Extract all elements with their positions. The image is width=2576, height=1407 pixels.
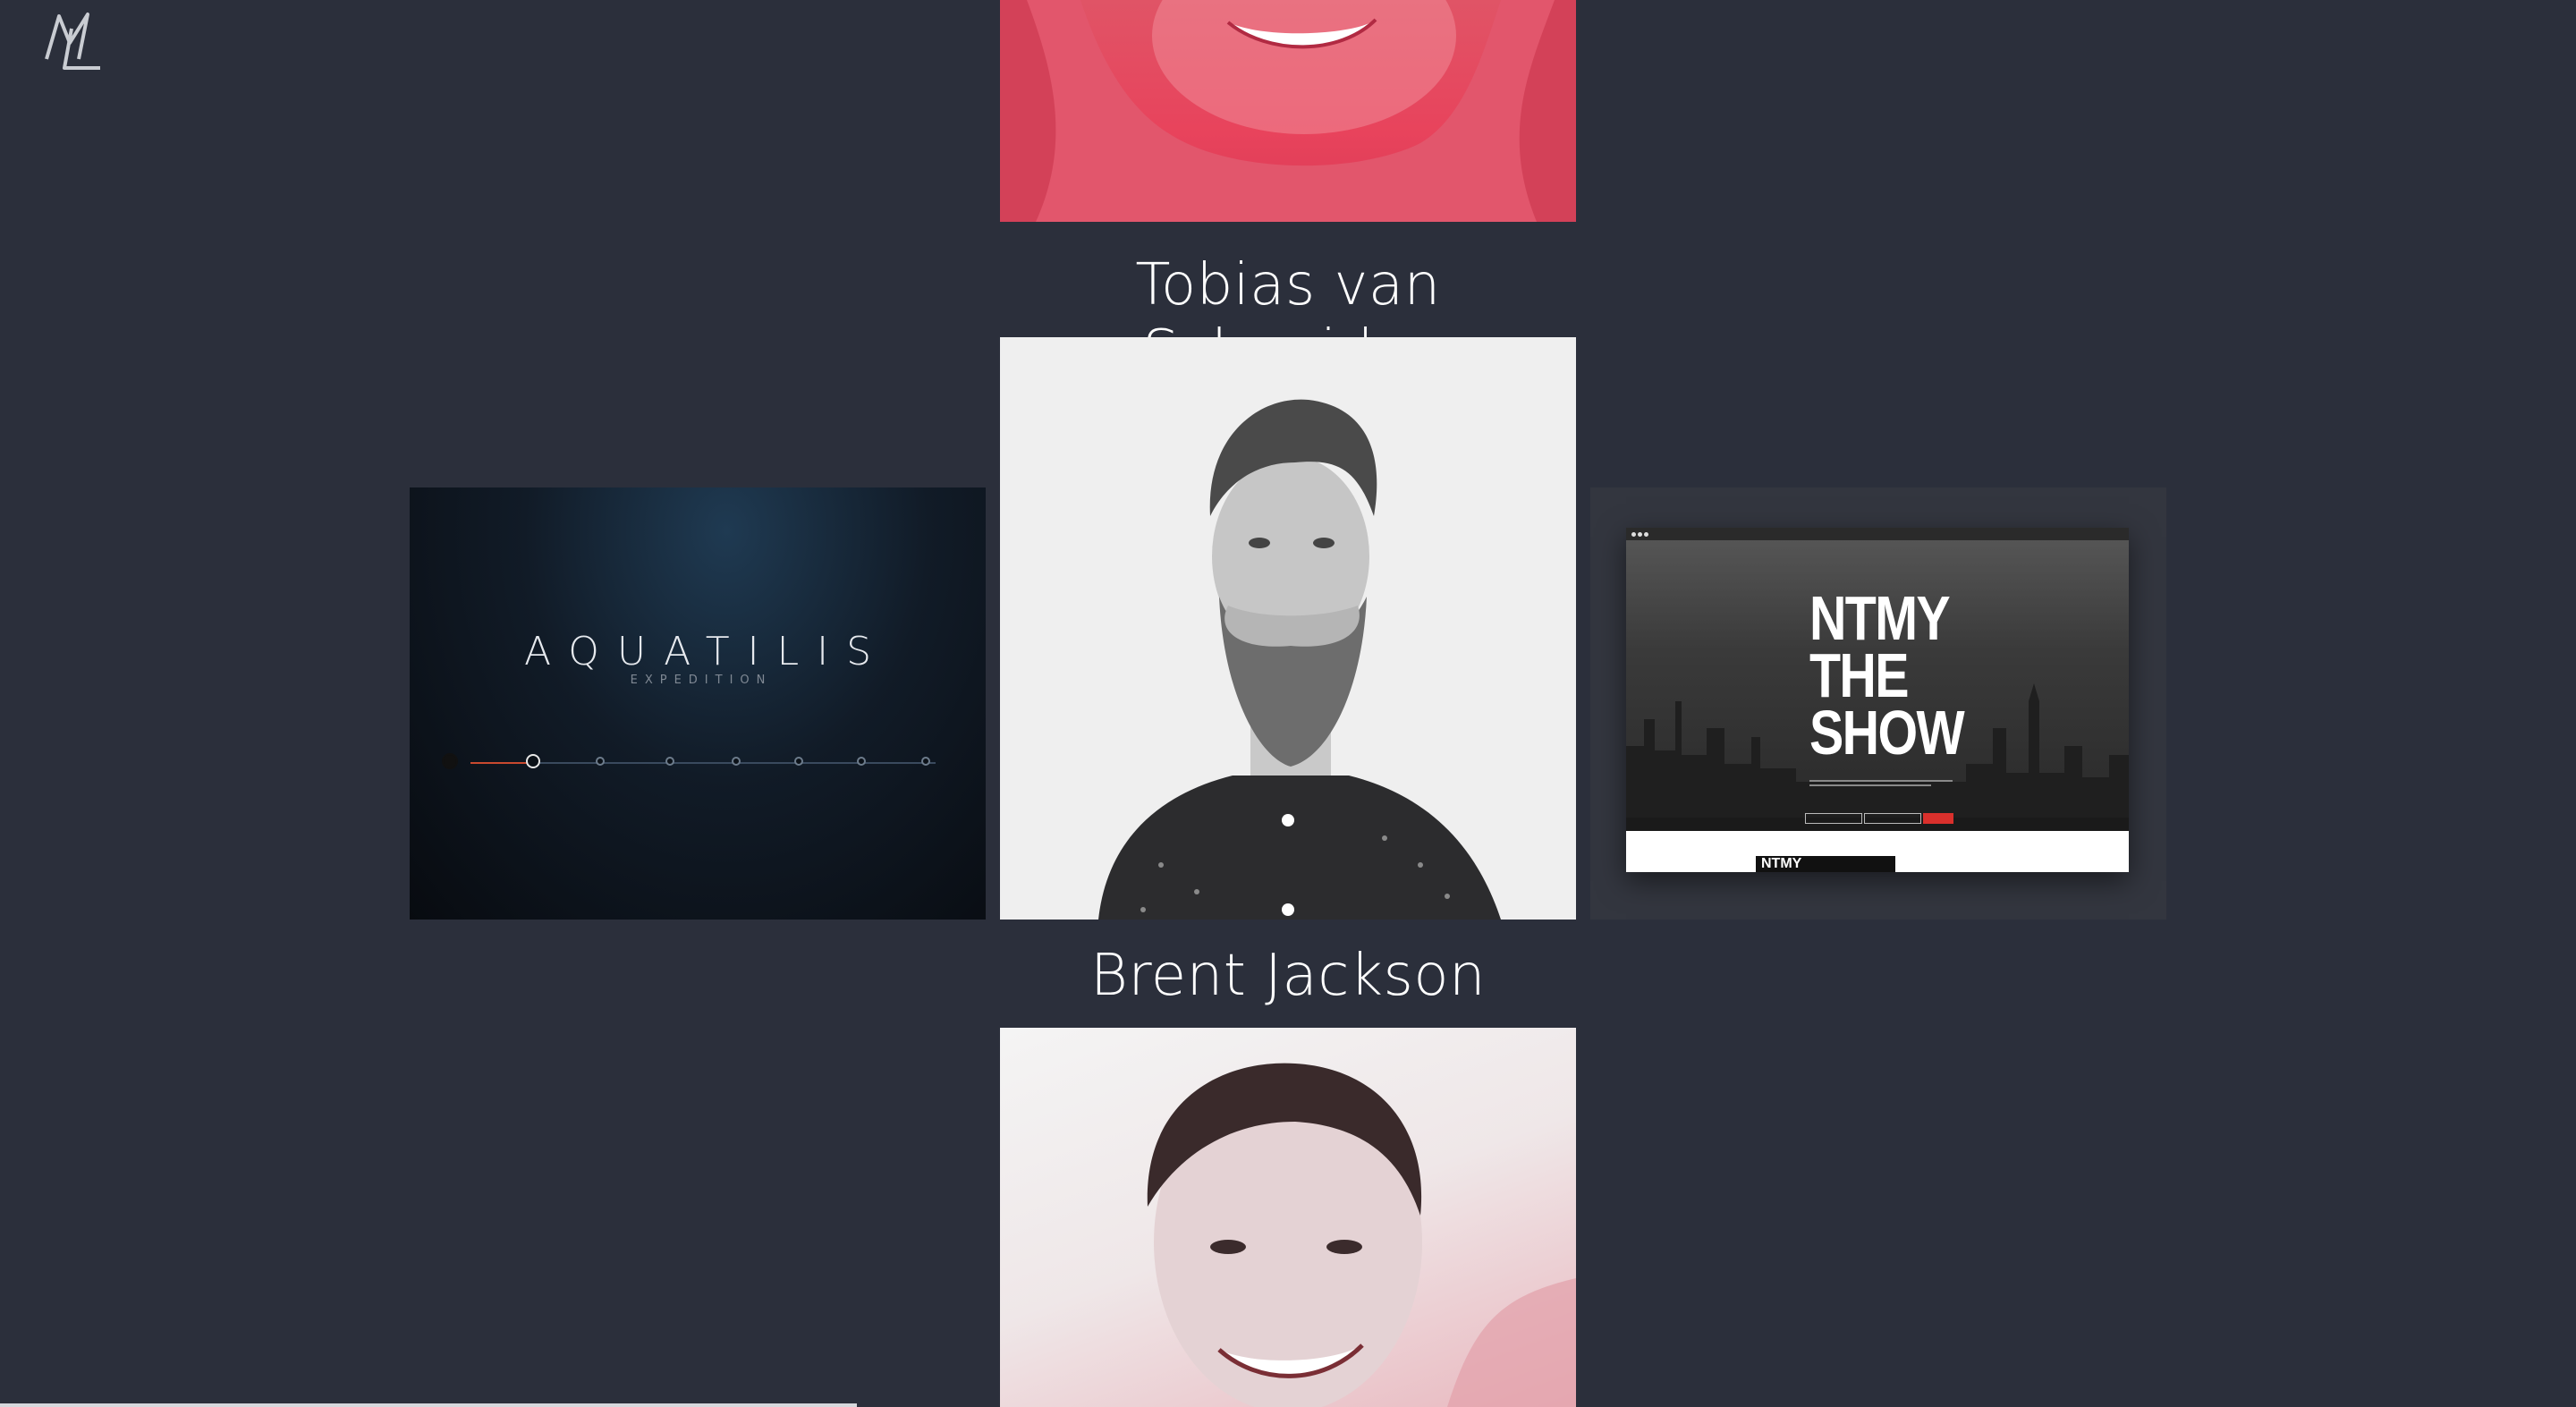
headline-line: SHOW bbox=[1809, 698, 1965, 767]
timeline-dot bbox=[732, 757, 741, 766]
browser-mockup: NTMY THE SHOW NTMY bbox=[1626, 528, 2129, 872]
hero-button bbox=[1864, 813, 1921, 824]
hero-headline: NTMY THE SHOW bbox=[1809, 583, 1965, 767]
headline-line: NTMY bbox=[1809, 583, 1951, 653]
project-card-ntmy[interactable]: NTMY THE SHOW NTMY bbox=[1590, 487, 2166, 920]
timeline-dot bbox=[442, 753, 458, 769]
project-title: AQUATILIS bbox=[523, 629, 890, 674]
timeline-dot bbox=[596, 757, 605, 766]
content-section: NTMY bbox=[1626, 831, 2129, 872]
headline-line: THE bbox=[1809, 640, 1910, 710]
hero-section: NTMY THE SHOW bbox=[1626, 540, 2129, 824]
hero-description bbox=[1809, 780, 1953, 792]
portrait-photo-1[interactable] bbox=[1000, 0, 1576, 222]
poster-thumbnail: NTMY bbox=[1756, 856, 1895, 872]
timeline-progress bbox=[470, 762, 533, 764]
hero-button bbox=[1805, 813, 1862, 824]
timeline-dot bbox=[921, 757, 930, 766]
window-dot-icon bbox=[1644, 532, 1648, 537]
window-dot-icon bbox=[1638, 532, 1642, 537]
timeline-track bbox=[470, 762, 936, 764]
logo-icon[interactable] bbox=[41, 7, 113, 79]
scroll-progress-bar bbox=[0, 1403, 857, 1407]
subscribe-button bbox=[1923, 813, 1953, 824]
project-card-aquatilis[interactable]: AQUATILIS EXPEDITION bbox=[410, 487, 986, 920]
portrait-photo-2[interactable] bbox=[1000, 337, 1576, 920]
timeline-dot bbox=[665, 757, 674, 766]
window-dot-icon bbox=[1631, 532, 1636, 537]
timeline-dot-active bbox=[526, 754, 540, 768]
timeline-dot bbox=[794, 757, 803, 766]
timeline-dot bbox=[857, 757, 866, 766]
project-subtitle: EXPEDITION bbox=[630, 674, 773, 687]
person-name[interactable]: Brent Jackson bbox=[1000, 943, 1576, 1009]
browser-toolbar bbox=[1626, 528, 2129, 540]
portrait-photo-3[interactable] bbox=[1000, 1028, 1576, 1407]
